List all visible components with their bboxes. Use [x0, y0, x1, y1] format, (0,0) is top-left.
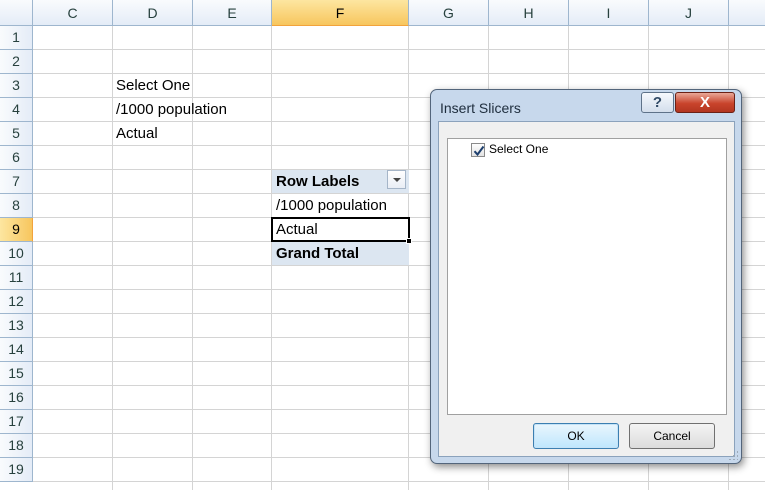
select-one-checkbox[interactable]	[471, 143, 485, 157]
row-header-12[interactable]: 12	[0, 290, 33, 314]
row-header-10[interactable]: 10	[0, 242, 33, 266]
column-header-h[interactable]: H	[489, 0, 569, 26]
row-header-5[interactable]: 5	[0, 122, 33, 146]
gridline	[33, 481, 765, 482]
row-header-6[interactable]: 6	[0, 146, 33, 170]
row-header-7[interactable]: 7	[0, 170, 33, 194]
row-header-17[interactable]: 17	[0, 410, 33, 434]
fill-handle[interactable]	[406, 238, 412, 244]
close-button[interactable]: X	[675, 92, 735, 113]
gridline	[192, 26, 193, 490]
row-header-16[interactable]: 16	[0, 386, 33, 410]
pivot-row-labels-header[interactable]: Row Labels	[272, 170, 359, 194]
column-header-f[interactable]: F	[272, 0, 409, 26]
slicer-field-list[interactable]: Select One	[447, 138, 727, 415]
cancel-button[interactable]: Cancel	[629, 423, 715, 449]
row-header-19[interactable]: 19	[0, 458, 33, 482]
column-header-k[interactable]	[729, 0, 765, 26]
column-header-c[interactable]: C	[33, 0, 113, 26]
help-button[interactable]: ?	[641, 92, 674, 113]
row-header-9[interactable]: 9	[0, 218, 33, 242]
row-header-15[interactable]: 15	[0, 362, 33, 386]
ok-button[interactable]: OK	[533, 423, 619, 449]
row-header-3[interactable]: 3	[0, 74, 33, 98]
row-header-2[interactable]: 2	[0, 50, 33, 74]
checkmark-icon	[473, 145, 485, 157]
row-header-11[interactable]: 11	[0, 266, 33, 290]
select-one-checkbox-label[interactable]: Select One	[489, 142, 548, 156]
row-header-18[interactable]: 18	[0, 434, 33, 458]
column-header-j[interactable]: J	[649, 0, 729, 26]
pivot-filter-dropdown-button[interactable]	[387, 170, 406, 189]
dialog-body: Select One OK Cancel	[438, 121, 735, 457]
cell-d5[interactable]: Actual	[112, 122, 158, 146]
insert-slicers-dialog: Insert Slicers ? X Select One OK Cancel	[430, 89, 742, 464]
gridline	[33, 49, 765, 50]
column-header-d[interactable]: D	[113, 0, 193, 26]
dialog-title: Insert Slicers	[440, 100, 521, 116]
select-all-corner[interactable]	[0, 0, 33, 26]
column-header-g[interactable]: G	[409, 0, 489, 26]
cell-d4[interactable]: /1000 population	[112, 98, 227, 122]
pivot-grand-total[interactable]: Grand Total	[272, 242, 359, 266]
cell-d3[interactable]: Select One	[112, 74, 190, 98]
column-header-i[interactable]: I	[569, 0, 649, 26]
row-header-14[interactable]: 14	[0, 338, 33, 362]
row-header-1[interactable]: 1	[0, 26, 33, 50]
active-cell-selection	[271, 217, 410, 242]
row-header-4[interactable]: 4	[0, 98, 33, 122]
row-header-8[interactable]: 8	[0, 194, 33, 218]
column-header-e[interactable]: E	[193, 0, 272, 26]
pivot-row-item[interactable]: /1000 population	[272, 194, 387, 218]
row-header-13[interactable]: 13	[0, 314, 33, 338]
